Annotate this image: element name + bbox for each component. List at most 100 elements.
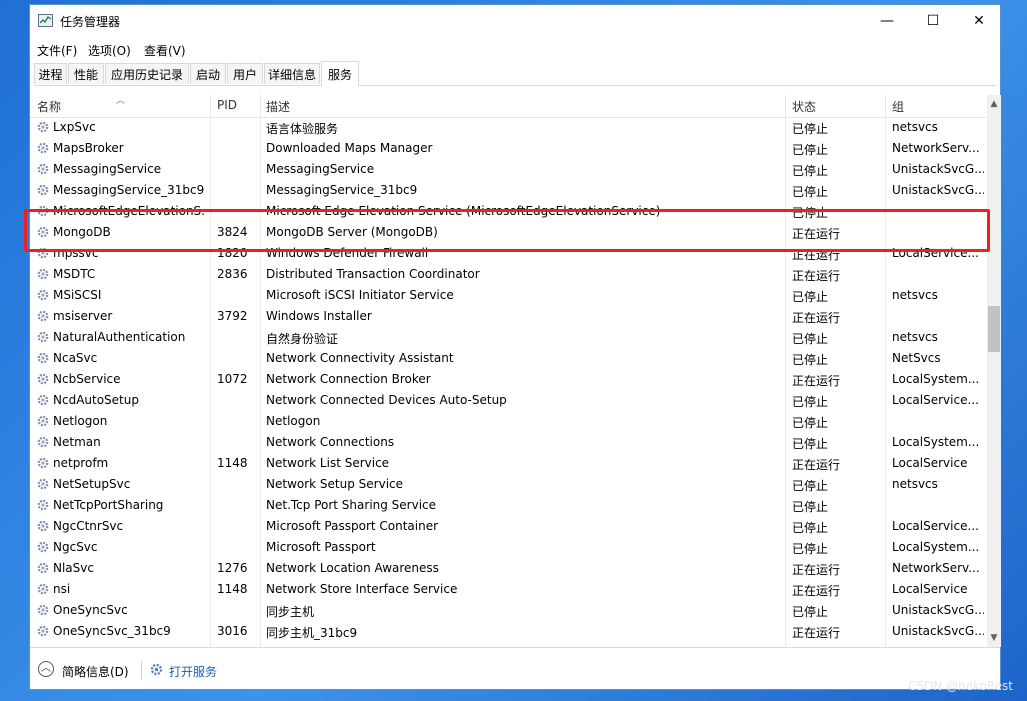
table-row[interactable]: NgcSvc Microsoft Passport 已停止 LocalSystem..… <box>30 537 986 558</box>
service-pid: 1072 <box>217 372 248 386</box>
table-row[interactable]: NcbService 1072 Network Connection Broker 正… <box>30 369 986 390</box>
column-pid-header[interactable]: PID <box>217 98 237 112</box>
table-row[interactable]: NetTcpPortSharing Net.Tcp Port Sharing Se… <box>30 495 986 516</box>
collapse-chevron-icon[interactable]: ︿ <box>38 661 54 677</box>
table-row[interactable]: NcaSvc Network Connectivity Assistant 已停止 N… <box>30 348 986 369</box>
column-description-header[interactable]: 描述 <box>266 98 290 115</box>
minimize-button[interactable]: — <box>864 5 910 37</box>
service-name: NcbService <box>53 372 121 386</box>
column-group-header[interactable]: 组 <box>892 98 904 115</box>
service-name: MSDTC <box>53 267 96 281</box>
service-name: NcdAutoSetup <box>53 393 139 407</box>
service-name: NlaSvc <box>53 561 94 575</box>
service-status: 已停止 <box>792 521 829 535</box>
less-details-button[interactable]: 简略信息(D) <box>62 663 129 680</box>
column-status-header[interactable]: 状态 <box>792 98 816 115</box>
service-name: MapsBroker <box>53 141 124 155</box>
table-row[interactable]: OneSyncSvc_31bc9 3016 同步主机_31bc9 正在运行 Unista… <box>30 621 986 642</box>
menu-file[interactable]: 文件(F) <box>37 42 77 59</box>
service-status: 已停止 <box>792 437 829 451</box>
tab-processes[interactable]: 进程 <box>34 63 67 84</box>
table-row[interactable]: MessagingService MessagingService 已停止 Unist… <box>30 159 986 180</box>
table-row[interactable]: netprofm 1148 Network List Service 正在运行 Loca… <box>30 453 986 474</box>
service-description: 语言体验服务 <box>266 122 339 136</box>
service-status: 已停止 <box>792 605 829 619</box>
column-divider[interactable] <box>885 95 886 117</box>
service-status: 正在运行 <box>792 563 841 577</box>
service-pid: 1276 <box>217 561 248 575</box>
tab-startup[interactable]: 启动 <box>190 63 226 84</box>
list-header: ︿ 名称 PID 描述 状态 组 <box>30 95 986 118</box>
column-divider[interactable] <box>210 95 211 117</box>
menu-view[interactable]: 查看(V) <box>144 42 186 59</box>
table-row[interactable]: NetSetupSvc Network Setup Service 已停止 netsv… <box>30 474 986 495</box>
service-description: Netlogon <box>266 414 321 428</box>
service-name: netprofm <box>53 456 109 470</box>
column-name-header[interactable]: 名称 <box>37 98 61 115</box>
table-row[interactable]: NgcCtnrSvc Microsoft Passport Container 已停… <box>30 516 986 537</box>
maximize-button[interactable]: ☐ <box>910 5 956 37</box>
close-button[interactable]: ✕ <box>956 5 1002 37</box>
service-status: 已停止 <box>792 542 829 556</box>
tab-services[interactable]: 服务 <box>321 61 359 86</box>
tab-app-history[interactable]: 应用历史记录 <box>105 63 189 84</box>
service-group: netsvcs <box>892 120 938 134</box>
tab-performance[interactable]: 性能 <box>68 63 104 84</box>
service-description: 同步主机_31bc9 <box>266 626 358 640</box>
table-row[interactable]: OneSyncSvc 同步主机 已停止 UnistackSvcG... <box>30 600 986 621</box>
service-name: NgcSvc <box>53 540 98 554</box>
table-row[interactable]: LxpSvc 语言体验服务 已停止 netsvcs <box>30 117 986 138</box>
service-name: NetSetupSvc <box>53 477 131 491</box>
highlight-box <box>24 209 990 252</box>
service-description: 自然身份验证 <box>266 332 339 346</box>
service-group: UnistackSvcG... <box>892 603 984 617</box>
vertical-scrollbar[interactable]: ▲ ▼ <box>987 95 1001 647</box>
service-status: 正在运行 <box>792 374 841 388</box>
table-row[interactable]: nsi 1148 Network Store Interface Service 正在… <box>30 579 986 600</box>
service-status: 已停止 <box>792 416 829 430</box>
column-divider[interactable] <box>260 95 261 117</box>
table-row[interactable]: msiserver 3792 Windows Installer 正在运行 <box>30 306 986 327</box>
service-name: MessagingService <box>53 162 162 176</box>
service-name: nsi <box>53 582 71 596</box>
service-name: Netlogon <box>53 414 108 428</box>
tab-details[interactable]: 详细信息 <box>264 63 320 84</box>
table-row[interactable]: Netman Network Connections 已停止 LocalSystem.… <box>30 432 986 453</box>
service-name: NetTcpPortSharing <box>53 498 164 512</box>
table-row[interactable]: MSiSCSI Microsoft iSCSI Initiator Service… <box>30 285 986 306</box>
service-description: Distributed Transaction Coordinator <box>266 267 480 281</box>
table-row[interactable]: NaturalAuthentication 自然身份验证 已停止 netsvcs <box>30 327 986 348</box>
scroll-up-arrow-icon[interactable]: ▲ <box>987 97 1001 111</box>
table-row[interactable]: MessagingService_31bc9 MessagingService_3… <box>30 180 986 201</box>
service-group: LocalService <box>892 456 968 470</box>
service-description: Network Connectivity Assistant <box>266 351 454 365</box>
table-row[interactable]: MSDTC 2836 Distributed Transaction Coordin… <box>30 264 986 285</box>
title-bar[interactable]: 任务管理器 — ☐ ✕ <box>30 5 1000 37</box>
table-row[interactable]: NcdAutoSetup Network Connected Devices Au… <box>30 390 986 411</box>
table-row[interactable]: Netlogon Netlogon 已停止 <box>30 411 986 432</box>
service-group: UnistackSvcG... <box>892 162 984 176</box>
scroll-thumb[interactable] <box>988 306 1000 352</box>
menu-options[interactable]: 选项(O) <box>88 42 131 59</box>
service-name: LxpSvc <box>53 120 96 134</box>
service-status: 正在运行 <box>792 311 841 325</box>
service-description: Network Setup Service <box>266 477 404 491</box>
service-status: 已停止 <box>792 353 829 367</box>
service-status: 已停止 <box>792 143 829 157</box>
column-divider[interactable] <box>785 95 786 117</box>
service-name: MessagingService_31bc9 <box>53 183 205 197</box>
service-description: Microsoft Passport Container <box>266 519 439 533</box>
tab-users[interactable]: 用户 <box>227 63 263 84</box>
task-manager-window: 任务管理器 — ☐ ✕ 文件(F) 选项(O) 查看(V) 进程 性能 应用历史… <box>29 4 1001 690</box>
service-pid: 3792 <box>217 309 248 323</box>
table-row[interactable]: MapsBroker Downloaded Maps Manager 已停止 Netw… <box>30 138 986 159</box>
open-services-link[interactable]: 打开服务 <box>169 663 217 680</box>
service-group: LocalService... <box>892 393 979 407</box>
service-group: LocalService <box>892 582 968 596</box>
service-description: Network Connection Broker <box>266 372 431 386</box>
service-name: msiserver <box>53 309 113 323</box>
table-row[interactable]: NlaSvc 1276 Network Location Awareness 正在运行… <box>30 558 986 579</box>
service-name: NcaSvc <box>53 351 98 365</box>
scroll-down-arrow-icon[interactable]: ▼ <box>987 631 1001 645</box>
watermark: CSDN @nekoRest <box>907 679 1013 693</box>
